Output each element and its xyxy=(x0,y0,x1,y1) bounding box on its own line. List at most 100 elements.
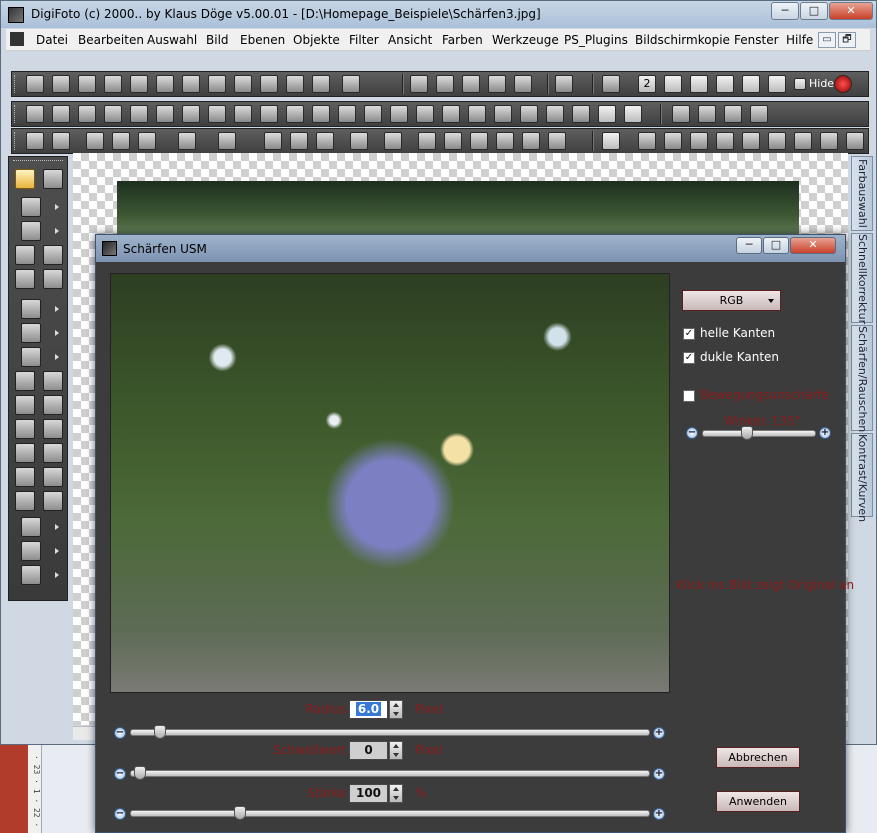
floppy-icon[interactable] xyxy=(15,269,35,289)
hand-tool-icon[interactable] xyxy=(15,169,35,189)
transform-icon[interactable] xyxy=(350,132,368,150)
monitor-5-icon[interactable] xyxy=(768,75,786,93)
staerke-decrease-button[interactable]: − xyxy=(114,808,126,820)
mdi-restore-button[interactable]: ▭ xyxy=(818,32,836,48)
apply-button[interactable]: Anwenden xyxy=(716,791,800,812)
eyedropper-icon[interactable] xyxy=(21,517,41,537)
minimize-button[interactable]: ─ xyxy=(771,2,799,20)
slash-icon[interactable] xyxy=(664,132,682,150)
redo-icon[interactable] xyxy=(52,132,70,150)
zoom-in-icon[interactable] xyxy=(724,105,742,123)
schwellwert-spinner[interactable] xyxy=(389,741,403,760)
image-3-icon[interactable] xyxy=(260,105,278,123)
copyright-icon[interactable] xyxy=(156,105,174,123)
menu-ansicht[interactable]: Ansicht xyxy=(388,33,432,47)
menu-filter[interactable]: Filter xyxy=(349,33,379,47)
staerke-spinner[interactable] xyxy=(389,784,403,803)
preview-image[interactable] xyxy=(110,273,670,693)
pattern-icon[interactable] xyxy=(43,491,63,511)
menu-bearbeiten[interactable]: Bearbeiten xyxy=(78,33,144,47)
zoom-rect-icon[interactable] xyxy=(750,105,768,123)
copy-icon[interactable] xyxy=(86,132,104,150)
tab-farbauswahl[interactable]: Farbauswahl xyxy=(851,156,873,231)
radius-increase-button[interactable]: + xyxy=(653,727,665,739)
sharpen-icon[interactable] xyxy=(43,371,63,391)
hist-icon[interactable] xyxy=(410,75,428,93)
document-image[interactable] xyxy=(117,181,799,241)
tab-kontrast-kurven[interactable]: Kontrast/Kurven xyxy=(851,433,873,522)
undo-icon[interactable] xyxy=(26,132,44,150)
pencil-icon[interactable] xyxy=(690,132,708,150)
flip-v-icon[interactable] xyxy=(290,132,308,150)
photo-5-icon[interactable] xyxy=(846,132,864,150)
winkel-slider[interactable] xyxy=(702,430,816,437)
clipboard-2-icon[interactable] xyxy=(218,132,236,150)
eye-4-icon[interactable] xyxy=(468,105,486,123)
landscape-icon[interactable] xyxy=(572,105,590,123)
film-icon[interactable] xyxy=(130,75,148,93)
line-tool-icon[interactable] xyxy=(716,132,734,150)
folder-icon[interactable] xyxy=(182,75,200,93)
sphere-icon[interactable] xyxy=(26,105,44,123)
wrench-icon[interactable] xyxy=(286,75,304,93)
fit-icon[interactable] xyxy=(698,105,716,123)
monitor-2-icon[interactable] xyxy=(690,75,708,93)
schwellwert-decrease-button[interactable]: − xyxy=(114,768,126,780)
grid-icon[interactable] xyxy=(78,75,96,93)
stamp-tool-icon[interactable] xyxy=(21,565,41,585)
brush-icon[interactable] xyxy=(104,105,122,123)
eye-tool-icon[interactable] xyxy=(21,541,41,561)
brush-tool-icon[interactable] xyxy=(21,323,41,343)
close-button[interactable]: ✕ xyxy=(829,2,873,20)
hist-3-icon[interactable] xyxy=(462,75,480,93)
staerke-increase-button[interactable]: + xyxy=(653,808,665,820)
schwellwert-input[interactable]: 0 xyxy=(349,741,388,760)
hide-checkbox[interactable] xyxy=(794,78,806,90)
heal-icon[interactable] xyxy=(15,491,35,511)
staerke-slider[interactable] xyxy=(130,810,650,817)
menu-ebenen[interactable]: Ebenen xyxy=(240,33,285,47)
radius-spinner[interactable] xyxy=(389,700,403,719)
menu-datei[interactable]: Datei xyxy=(36,33,68,47)
burn-icon[interactable] xyxy=(43,467,63,487)
rotate-icon[interactable] xyxy=(384,132,402,150)
photo-3-icon[interactable] xyxy=(794,132,812,150)
lines-icon[interactable] xyxy=(546,105,564,123)
image-2-icon[interactable] xyxy=(234,105,252,123)
save-as-icon[interactable] xyxy=(260,75,278,93)
crop-icon[interactable] xyxy=(418,132,436,150)
marquee-icon[interactable] xyxy=(21,197,41,217)
menu-ps-plugins[interactable]: PS_Plugins xyxy=(564,33,628,47)
maximize-button[interactable]: □ xyxy=(800,2,828,20)
dunkle-kanten-checkbox[interactable]: ✓ xyxy=(683,352,695,364)
clipboard-icon[interactable] xyxy=(178,132,196,150)
menu-auswahl[interactable]: Auswahl xyxy=(147,33,197,47)
zoom-tool-icon[interactable] xyxy=(555,75,573,93)
menu-fenster[interactable]: Fenster xyxy=(734,33,779,47)
pen-icon[interactable] xyxy=(15,395,35,415)
retouch-icon[interactable] xyxy=(43,443,63,463)
tab-schnellkorrektur[interactable]: Schnellkorrektur xyxy=(851,233,873,324)
move-icon[interactable] xyxy=(316,132,334,150)
stripes-icon[interactable] xyxy=(78,105,96,123)
paste-icon[interactable] xyxy=(138,132,156,150)
cancel-button[interactable]: Abbrechen xyxy=(716,747,800,768)
gradient-icon[interactable] xyxy=(312,105,330,123)
paint-icon[interactable] xyxy=(21,299,41,319)
winkel-decrease-button[interactable]: − xyxy=(686,427,698,439)
dialog-minimize-button[interactable]: ─ xyxy=(736,237,762,254)
save-icon[interactable] xyxy=(234,75,252,93)
eye-6-icon[interactable] xyxy=(520,105,538,123)
schwellwert-increase-button[interactable]: + xyxy=(653,768,665,780)
helle-kanten-checkbox[interactable]: ✓ xyxy=(683,328,695,340)
jpg-icon[interactable] xyxy=(470,132,488,150)
dodge-icon[interactable] xyxy=(15,467,35,487)
bewegung-checkbox[interactable] xyxy=(683,390,695,402)
winkel-slider-thumb[interactable] xyxy=(741,426,753,440)
rect-select-icon[interactable] xyxy=(602,132,620,150)
smudge-icon[interactable] xyxy=(15,371,35,391)
flip-h-icon[interactable] xyxy=(264,132,282,150)
schwellwert-slider[interactable] xyxy=(130,770,650,777)
eye-icon[interactable] xyxy=(390,105,408,123)
bmp-icon[interactable] xyxy=(496,132,514,150)
